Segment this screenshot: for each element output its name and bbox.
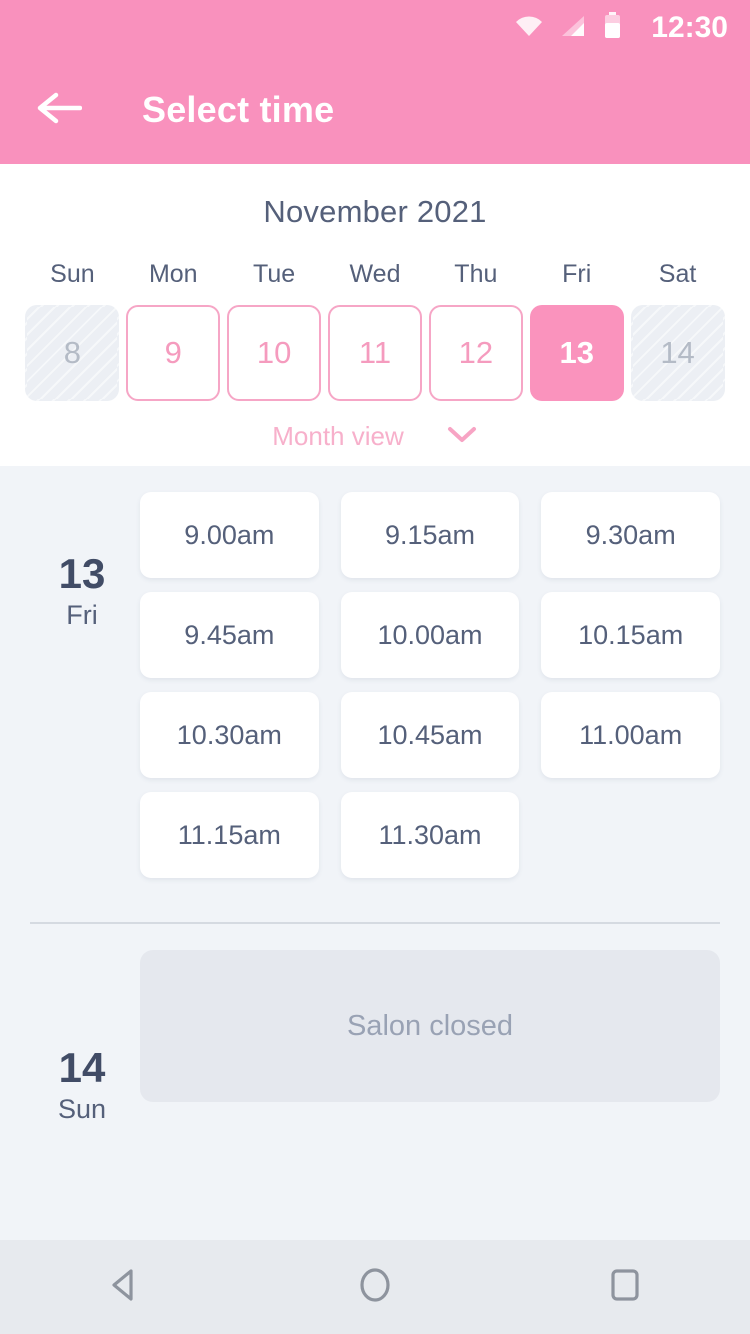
schedule-day-number: 14 xyxy=(58,1044,106,1091)
schedule-day-number: 13 xyxy=(58,550,106,597)
status-bar-icons: 12:30 xyxy=(514,12,728,44)
time-slot[interactable]: 9.45am xyxy=(140,592,319,678)
time-slot[interactable]: 11.30am xyxy=(340,792,520,878)
day-cell-12[interactable]: 12 xyxy=(428,305,523,401)
day-cell-number: 12 xyxy=(458,335,494,370)
signal-icon xyxy=(560,14,588,43)
month-view-label: Month view xyxy=(272,421,404,451)
time-slot[interactable]: 9.30am xyxy=(541,492,720,578)
calendar-day-row: 8 9 10 11 12 13 14 xyxy=(0,305,750,401)
system-nav-bar xyxy=(0,1240,750,1334)
app-bar: Select time xyxy=(0,56,750,164)
time-slot[interactable]: 11.00am xyxy=(541,692,720,778)
nav-back-button[interactable] xyxy=(70,1240,180,1334)
calendar-month-label: November 2021 xyxy=(263,194,487,229)
wifi-icon xyxy=(514,14,544,43)
day-cell-number: 11 xyxy=(358,335,392,370)
day-cell-9[interactable]: 9 xyxy=(126,305,221,401)
day-cell-wrap: 12 xyxy=(425,305,526,401)
schedule-day-14: 14 Sun Salon closed xyxy=(0,924,750,1125)
calendar-strip: November 2021 Sun Mon Tue Wed Thu Fri Sa… xyxy=(0,164,750,466)
time-slot[interactable]: 10.00am xyxy=(340,592,520,678)
day-cell-number: 9 xyxy=(164,335,182,370)
day-cell-number: 8 xyxy=(63,335,82,370)
weekday-label: Wed xyxy=(349,260,401,288)
month-view-toggle[interactable]: Month view xyxy=(0,421,750,452)
nav-recents-icon xyxy=(605,1265,645,1310)
day-cell-number: 14 xyxy=(660,335,695,370)
day-cell-14: 14 xyxy=(630,305,725,401)
status-bar: 12:30 xyxy=(0,0,750,56)
day-cell-number: 13 xyxy=(559,335,594,370)
day-cell-wrap: 11 xyxy=(325,305,426,401)
salon-closed-label: Salon closed xyxy=(346,1009,514,1042)
weekday-label: Mon xyxy=(148,260,198,288)
page-title: Select time xyxy=(142,89,335,130)
day-cell-wrap: 14 xyxy=(627,305,728,401)
day-cell-wrap: 9 xyxy=(123,305,224,401)
time-slot[interactable]: 10.45am xyxy=(340,692,520,778)
day-cell-10[interactable]: 10 xyxy=(227,305,322,401)
battery-icon xyxy=(604,12,621,44)
time-slot[interactable]: 10.15am xyxy=(541,592,720,678)
day-cell-number: 10 xyxy=(256,335,292,370)
weekday-label: Tue xyxy=(253,260,296,288)
nav-recents-button[interactable] xyxy=(570,1240,680,1334)
chevron-down-icon xyxy=(446,424,478,449)
screen-root: 12:30 Select time November 2021 Sun Mon … xyxy=(0,0,750,1334)
time-slot[interactable]: 10.30am xyxy=(140,692,319,778)
time-slot[interactable]: 9.15am xyxy=(340,492,520,578)
status-bar-clock: 12:30 xyxy=(651,11,728,44)
weekday-label: Thu xyxy=(454,260,498,288)
weekday-label: Fri xyxy=(562,260,592,288)
back-button[interactable] xyxy=(32,83,86,137)
time-slot-grid: 9.00am 9.15am 9.30am 9.45am 10.00am 10.1… xyxy=(134,492,720,878)
day-cell-wrap: 8 xyxy=(22,305,123,401)
nav-home-button[interactable] xyxy=(320,1240,430,1334)
day-cell-wrap: 10 xyxy=(224,305,325,401)
day-cell-11[interactable]: 11 xyxy=(327,305,422,401)
day-cell-wrap: 13 xyxy=(526,305,627,401)
schedule-day-13: 13 Fri 9.00am 9.15am 9.30am 9.45am 10.00… xyxy=(0,466,750,878)
schedule-list[interactable]: 13 Fri 9.00am 9.15am 9.30am 9.45am 10.00… xyxy=(0,466,750,1240)
salon-closed-card: Salon closed xyxy=(140,950,720,1102)
nav-back-icon xyxy=(105,1265,145,1310)
day-cell-8: 8 xyxy=(25,305,120,401)
back-arrow-icon xyxy=(36,91,83,130)
nav-home-icon xyxy=(355,1265,395,1310)
time-slot[interactable]: 9.00am xyxy=(140,492,319,578)
day-cell-13[interactable]: 13 xyxy=(529,305,624,401)
time-slot[interactable]: 11.15am xyxy=(140,792,319,878)
schedule-day-label: 13 Fri xyxy=(30,492,134,878)
weekday-label: Sat xyxy=(658,260,697,288)
calendar-weekday-row: Sun Mon Tue Wed Thu Fri Sat xyxy=(0,260,750,289)
schedule-day-weekday: Fri xyxy=(66,600,98,631)
schedule-day-label: 14 Sun xyxy=(30,950,134,1125)
weekday-label: Sun xyxy=(50,260,95,288)
schedule-day-weekday: Sun xyxy=(57,1094,107,1125)
